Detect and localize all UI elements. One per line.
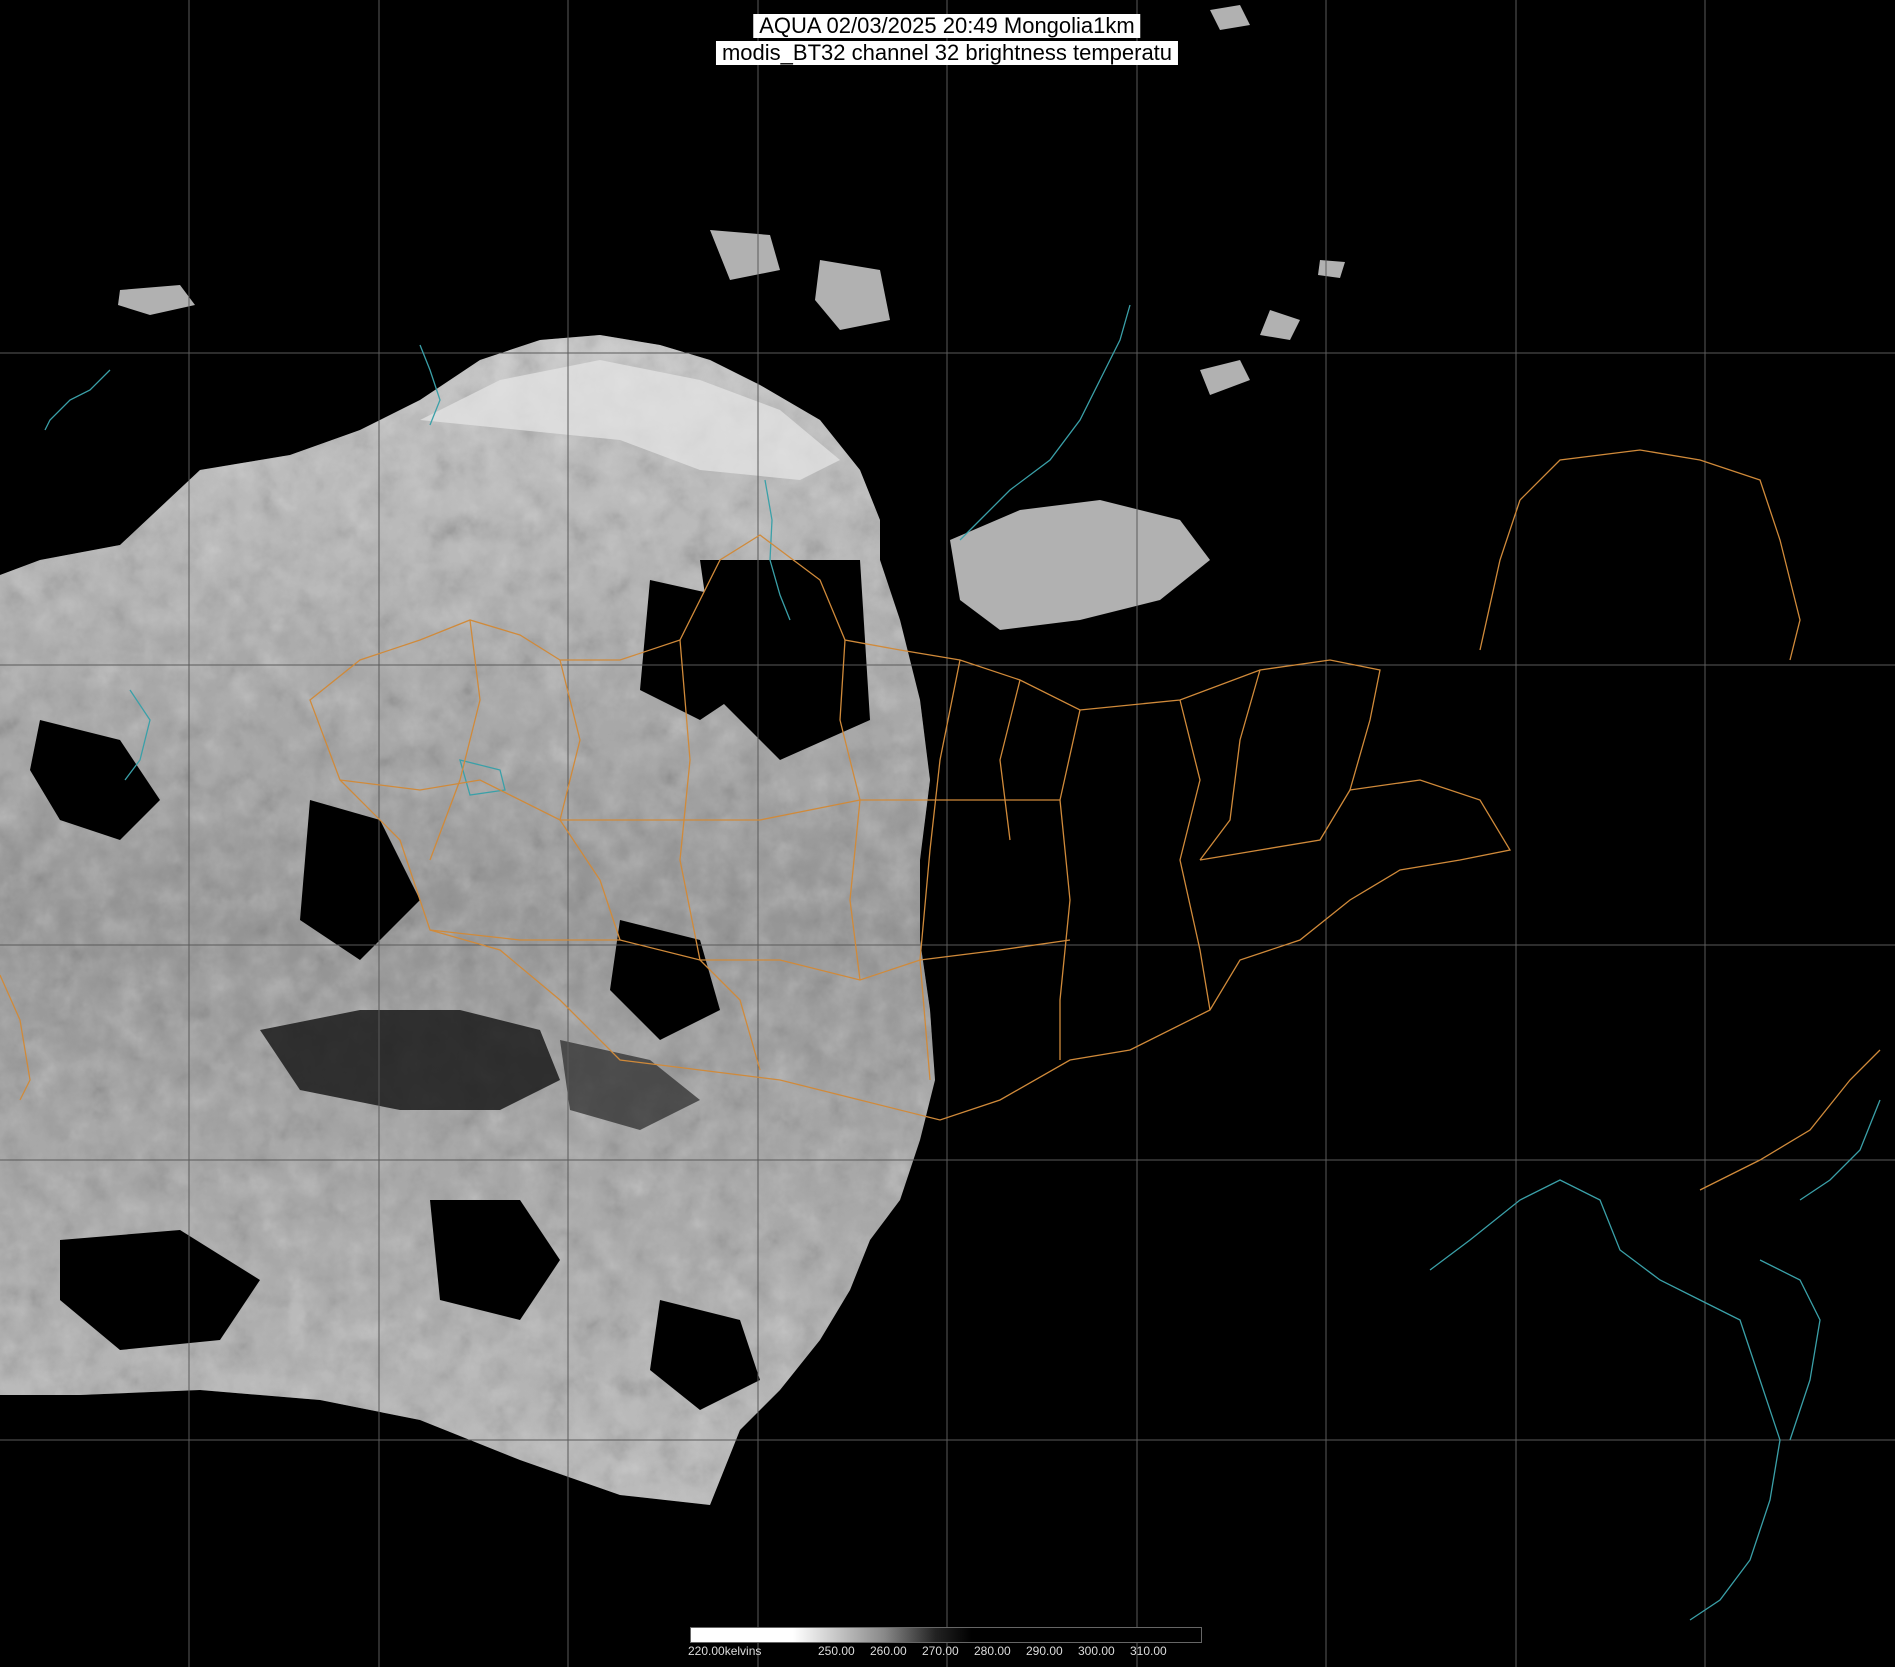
legend-label-250: 250.00	[818, 1644, 855, 1658]
legend-label-300: 300.00	[1078, 1644, 1115, 1658]
legend-colorbar	[690, 1627, 1202, 1643]
title-line-2: modis_BT32 channel 32 brightness tempera…	[715, 41, 1179, 65]
satellite-map	[0, 0, 1895, 1667]
legend-label-220: 220.00kelvins	[688, 1644, 762, 1658]
legend-label-270: 270.00	[922, 1644, 959, 1658]
legend-label-290: 290.00	[1026, 1644, 1063, 1658]
legend-label-280: 280.00	[974, 1644, 1011, 1658]
title-line-1: AQUA 02/03/2025 20:49 Mongolia1km	[753, 14, 1141, 38]
legend-label-310: 310.00	[1130, 1644, 1167, 1658]
legend-label-260: 260.00	[870, 1644, 907, 1658]
